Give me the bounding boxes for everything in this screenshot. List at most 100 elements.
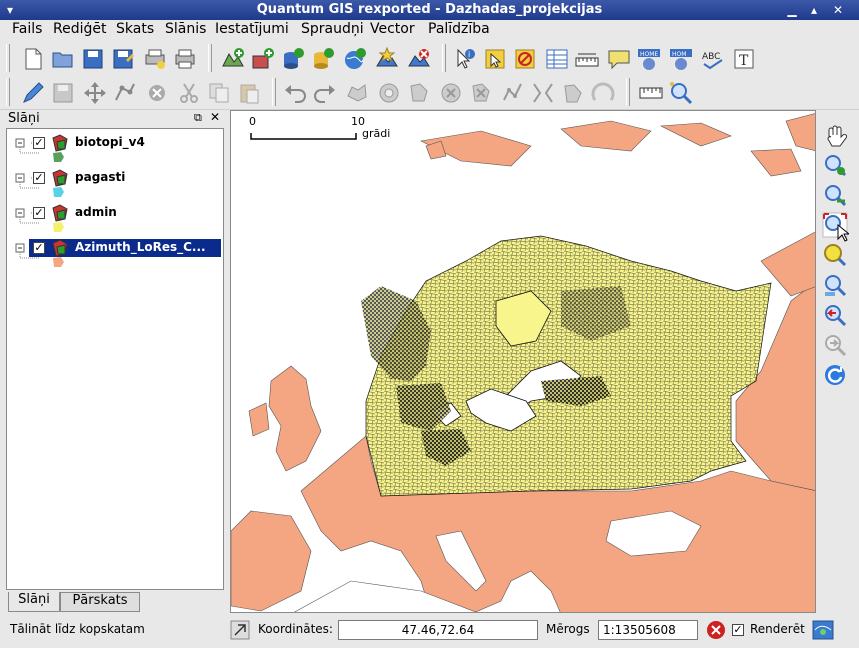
zoom-selection-icon[interactable] [822,272,848,298]
delete-icon[interactable] [144,80,170,106]
zoom-next-icon[interactable] [822,332,848,358]
toolbar-grip[interactable] [6,44,10,72]
layer-label-azimuth[interactable]: Azimuth_LoRes_C... [75,240,206,258]
stop-render-icon[interactable] [706,620,726,640]
layer-checkbox-biotopi[interactable]: ✓ [33,137,45,149]
close-icon[interactable]: ✕ [830,2,846,18]
paste-icon[interactable] [236,80,262,106]
map-canvas[interactable]: 0 10 grādi [230,110,816,613]
scalebar-unit: grādi [362,127,391,140]
menu-vector[interactable]: Vector [370,21,415,37]
menu-skats[interactable]: Skats [116,21,154,37]
zoom-layer-icon[interactable] [822,242,848,268]
new-project-icon[interactable] [20,46,46,72]
toolbar-grip[interactable] [6,78,10,106]
menu-fails[interactable]: Fails [12,21,42,37]
attribute-table-icon[interactable] [544,46,570,72]
layer-checkbox-pagasti[interactable]: ✓ [33,172,45,184]
save-as-icon[interactable] [110,46,136,72]
deselect-icon[interactable] [512,46,538,72]
add-delimited-icon[interactable] [374,46,400,72]
merge-icon[interactable] [560,80,586,106]
maximize-icon[interactable]: ▴ [806,2,822,18]
home-alt-icon[interactable]: HOM [668,46,694,72]
cut-icon[interactable] [176,80,202,106]
layer-label-admin[interactable]: admin [75,205,117,223]
pan-icon[interactable] [822,124,848,150]
delete-ring-icon[interactable] [438,80,464,106]
text-annotation-icon[interactable]: T [732,46,758,72]
scale-icon[interactable] [638,80,664,106]
toolbar-grip[interactable] [272,78,276,106]
map-navigation-toolbar [818,110,854,613]
add-vector-icon[interactable] [220,46,246,72]
map-drawing[interactable] [231,111,816,613]
redo-icon[interactable] [312,80,338,106]
panel-tabs: Slāņi Pārskats [6,590,224,614]
toolbar-grip[interactable] [442,44,446,72]
add-part-icon[interactable] [406,80,432,106]
menu-palidziba[interactable]: Palīdzība [428,21,490,37]
move-feature-icon[interactable] [82,80,108,106]
remove-layer-icon[interactable] [406,46,432,72]
add-raster-icon[interactable] [250,46,276,72]
layer-swatch-biotopi [53,152,64,162]
menu-iestatijumi[interactable]: Iestatījumi [215,21,289,37]
save-edits-icon[interactable] [50,80,76,106]
open-project-icon[interactable] [50,46,76,72]
render-label: Renderēt [750,622,805,636]
print-icon[interactable] [172,46,198,72]
measure-line-icon[interactable] [574,46,600,72]
refresh-icon[interactable] [822,362,848,388]
add-spatialite-icon[interactable] [310,46,336,72]
coordinate-toggle-icon[interactable] [230,620,250,640]
layer-label-biotopi[interactable]: biotopi_v4 [75,135,145,153]
simplify-icon[interactable] [344,80,370,106]
scale-field[interactable]: 1:13505608 [598,620,698,640]
menu-slanis[interactable]: Slānis [165,21,206,37]
projection-icon[interactable] [812,620,834,640]
home-icon[interactable]: HOME [636,46,662,72]
split-icon[interactable] [530,80,556,106]
status-message: Tālināt līdz kopskatam [10,622,145,636]
tab-overview[interactable]: Pārskats [60,592,140,612]
toggle-editing-icon[interactable] [20,80,46,106]
save-project-icon[interactable] [80,46,106,72]
zoom-last-icon[interactable] [822,302,848,328]
identify-icon[interactable]: i [452,46,478,72]
menu-rediget[interactable]: Rediģēt [53,21,106,37]
render-checkbox[interactable]: ✓ [732,624,744,636]
add-postgis-icon[interactable] [280,46,306,72]
zoom-out-icon[interactable] [822,182,848,208]
offset-icon[interactable] [590,80,616,106]
polygon-layer-icon [52,204,68,222]
zoom-in-icon[interactable] [822,152,848,178]
toolbar-grip[interactable] [208,44,212,72]
tab-layers[interactable]: Slāņi [8,592,60,612]
spellcheck-icon[interactable]: ABC [700,46,726,72]
layer-checkbox-admin[interactable]: ✓ [33,207,45,219]
minimize-icon[interactable]: ▁ [784,2,800,18]
zoom-best-icon[interactable] [668,80,694,106]
svg-text:T: T [739,53,749,69]
print-composer-icon[interactable] [142,46,168,72]
menu-spraudni[interactable]: Spraudņi [301,21,364,37]
select-icon[interactable] [482,46,508,72]
add-wms-icon[interactable] [342,46,368,72]
float-icon[interactable]: ⧉ [194,111,202,125]
svg-text:HOM: HOM [672,51,686,58]
edit-toolbar [0,74,859,110]
add-ring-icon[interactable] [376,80,402,106]
map-tips-icon[interactable] [606,46,632,72]
close-panel-icon[interactable]: ✕ [210,110,220,124]
layer-checkbox-azimuth[interactable]: ✓ [33,242,45,254]
node-tool-icon[interactable] [112,80,138,106]
coordinates-field[interactable]: 47.46,72.64 [338,620,538,640]
copy-icon[interactable] [206,80,232,106]
delete-part-icon[interactable] [468,80,494,106]
toolbar-grip[interactable] [626,78,630,106]
layer-label-pagasti[interactable]: pagasti [75,170,125,188]
undo-icon[interactable] [282,80,308,106]
polygon-layer-icon [52,134,68,152]
reshape-icon[interactable] [500,80,526,106]
